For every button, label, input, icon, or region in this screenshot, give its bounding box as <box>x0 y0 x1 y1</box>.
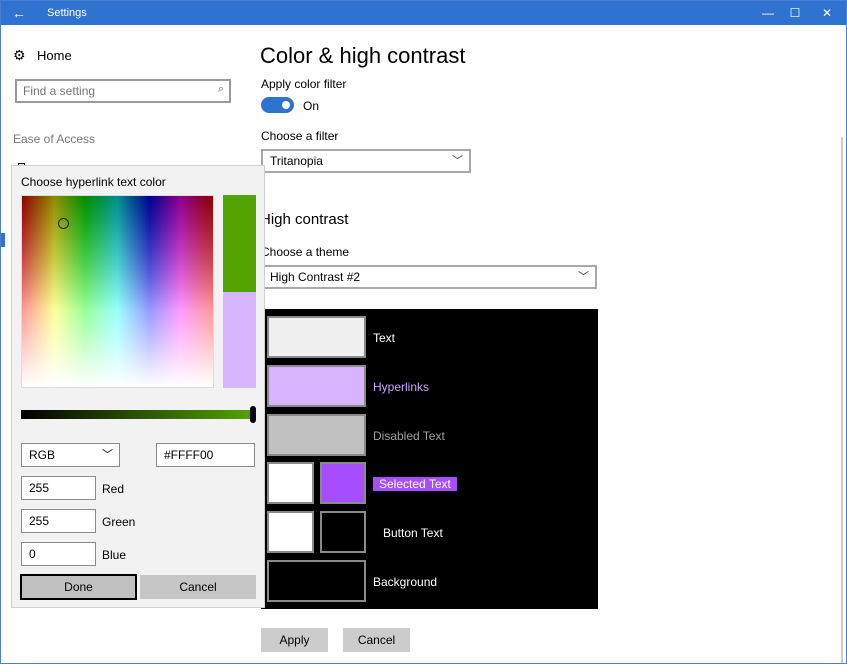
color-filter-toggle[interactable] <box>261 97 294 113</box>
back-arrow-icon: ← <box>12 5 26 21</box>
window-title: Settings <box>47 7 87 19</box>
chevron-down-icon: ﹀ <box>102 449 113 461</box>
settings-window: ← Settings — ☐ ✕ ⚙ Home ⌕ Ease of Access… <box>0 0 847 664</box>
filter-value: Tritanopia <box>270 154 323 168</box>
cancel-button[interactable]: Cancel <box>343 628 410 652</box>
back-button[interactable]: ← <box>1 1 37 25</box>
background-preview-label: Background <box>373 575 438 589</box>
title-bar: ← Settings — ☐ ✕ <box>1 1 846 25</box>
hyperlink-color-swatch[interactable] <box>267 365 366 407</box>
hyperlink-preview-label: Hyperlinks <box>373 380 430 394</box>
color-spectrum[interactable] <box>21 195 214 388</box>
done-button[interactable]: Done <box>20 574 137 600</box>
picker-cancel-button[interactable]: Cancel <box>140 575 256 599</box>
selected-text-bg-swatch[interactable] <box>320 462 366 504</box>
toggle-state-label: On <box>303 99 320 113</box>
chevron-down-icon: ﹀ <box>452 155 463 167</box>
background-color-swatch[interactable] <box>267 560 366 602</box>
green-input[interactable]: 255 <box>21 509 96 533</box>
search-box: ⌕ <box>15 79 231 103</box>
color-picker-dialog: Choose hyperlink text color RGB ﹀ #FFFF0… <box>11 165 265 608</box>
value-slider[interactable] <box>21 410 254 419</box>
button-text-preview-label: Button Text <box>383 526 443 540</box>
red-label: Red <box>102 482 125 496</box>
spectrum-shade <box>22 196 213 387</box>
color-filter-label: Apply color filter <box>261 77 347 91</box>
gear-icon: ⚙ <box>13 47 26 63</box>
toggle-knob <box>282 101 290 109</box>
selected-nav-indicator <box>1 233 5 247</box>
selected-text-preview-label: Selected Text <box>373 477 457 491</box>
blue-input[interactable]: 0 <box>21 542 96 566</box>
color-mode-dropdown[interactable]: RGB ﹀ <box>21 443 120 467</box>
blue-label: Blue <box>102 548 127 562</box>
button-text-fg-swatch[interactable] <box>267 511 314 553</box>
close-icon: ✕ <box>821 6 833 20</box>
theme-label: Choose a theme <box>261 245 350 259</box>
value-slider-thumb[interactable] <box>250 406 256 423</box>
spectrum-cursor[interactable] <box>58 218 69 229</box>
green-label: Green <box>102 515 136 529</box>
theme-preview: Text Hyperlinks Disabled Text Selected T… <box>261 309 598 609</box>
red-input[interactable]: 255 <box>21 476 96 500</box>
scrollbar[interactable] <box>841 137 843 663</box>
previous-color-preview <box>223 292 256 388</box>
hex-input[interactable]: #FFFF00 <box>156 443 255 467</box>
maximize-button[interactable]: ☐ <box>780 1 810 25</box>
filter-dropdown[interactable]: Tritanopia ﹀ <box>261 149 471 173</box>
close-button[interactable]: ✕ <box>812 1 842 25</box>
home-nav-item[interactable]: ⚙ Home <box>13 47 72 64</box>
color-mode-value: RGB <box>29 448 56 462</box>
selected-text-fg-swatch[interactable] <box>267 462 314 504</box>
picker-title: Choose hyperlink text color <box>21 175 166 189</box>
new-color-preview <box>223 195 256 292</box>
page-title: Color & high contrast <box>260 43 466 68</box>
theme-dropdown[interactable]: High Contrast #2 ﹀ <box>261 265 597 289</box>
minimize-button[interactable]: — <box>753 1 783 25</box>
filter-label: Choose a filter <box>261 129 339 143</box>
maximize-icon: ☐ <box>789 6 801 20</box>
search-input[interactable] <box>17 81 197 101</box>
high-contrast-heading: High contrast <box>260 211 349 228</box>
disabled-text-color-swatch[interactable] <box>267 414 366 456</box>
home-label: Home <box>37 48 72 63</box>
apply-button[interactable]: Apply <box>261 628 328 652</box>
minimize-icon: — <box>762 6 774 20</box>
text-color-swatch[interactable] <box>267 316 366 358</box>
button-text-bg-swatch[interactable] <box>320 511 366 553</box>
disabled-text-preview-label: Disabled Text <box>373 429 445 443</box>
theme-value: High Contrast #2 <box>270 270 361 284</box>
section-label: Ease of Access <box>13 132 96 146</box>
text-preview-label: Text <box>373 331 396 345</box>
chevron-down-icon: ﹀ <box>578 271 589 283</box>
search-icon[interactable]: ⌕ <box>218 83 224 96</box>
